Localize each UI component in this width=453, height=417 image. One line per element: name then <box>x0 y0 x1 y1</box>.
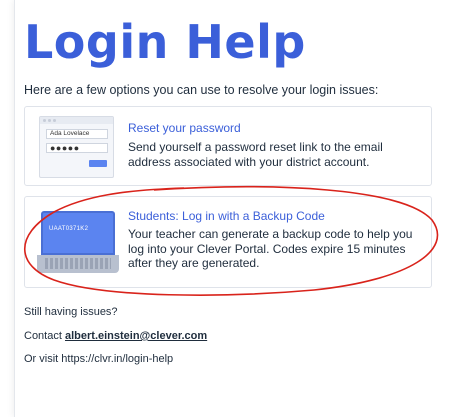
window-dot-icon <box>48 119 51 122</box>
reset-password-option[interactable]: Ada Lovelace ●●●●● Reset your password S… <box>24 106 432 186</box>
illustration-username-field: Ada Lovelace <box>46 129 108 139</box>
laptop-illustration: UAAT0371K2 <box>37 211 119 273</box>
visit-help-text: Or visit https://clvr.in/login-help <box>24 353 174 365</box>
backup-code-description: Your teacher can generate a backup code … <box>128 227 413 270</box>
page-title: Login Help <box>24 15 306 69</box>
keyboard-keys <box>45 258 111 269</box>
backup-code-link[interactable]: Students: Log in with a Backup Code <box>128 209 325 224</box>
laptop-screen: UAAT0371K2 <box>41 211 115 255</box>
contact-line: Contact albert.einstein@clever.com <box>24 329 207 343</box>
window-dot-icon <box>53 119 56 122</box>
illustration-password-field: ●●●●● <box>46 143 108 153</box>
window-dot-icon <box>43 119 46 122</box>
login-form-illustration: Ada Lovelace ●●●●● <box>39 116 114 178</box>
reset-password-description: Send yourself a password reset link to t… <box>128 140 383 169</box>
still-having-issues-text: Still having issues? <box>24 306 118 318</box>
contact-email-link[interactable]: albert.einstein@clever.com <box>65 330 207 342</box>
illustration-backup-code: UAAT0371K2 <box>49 226 89 232</box>
intro-text: Here are a few options you can use to re… <box>24 83 379 97</box>
backup-code-option[interactable]: UAAT0371K2 Students: Log in with a Backu… <box>24 196 432 288</box>
reset-password-link[interactable]: Reset your password <box>128 121 241 136</box>
illustration-submit-button <box>89 160 107 167</box>
contact-prefix: Contact <box>24 330 62 342</box>
laptop-keyboard <box>37 255 119 273</box>
